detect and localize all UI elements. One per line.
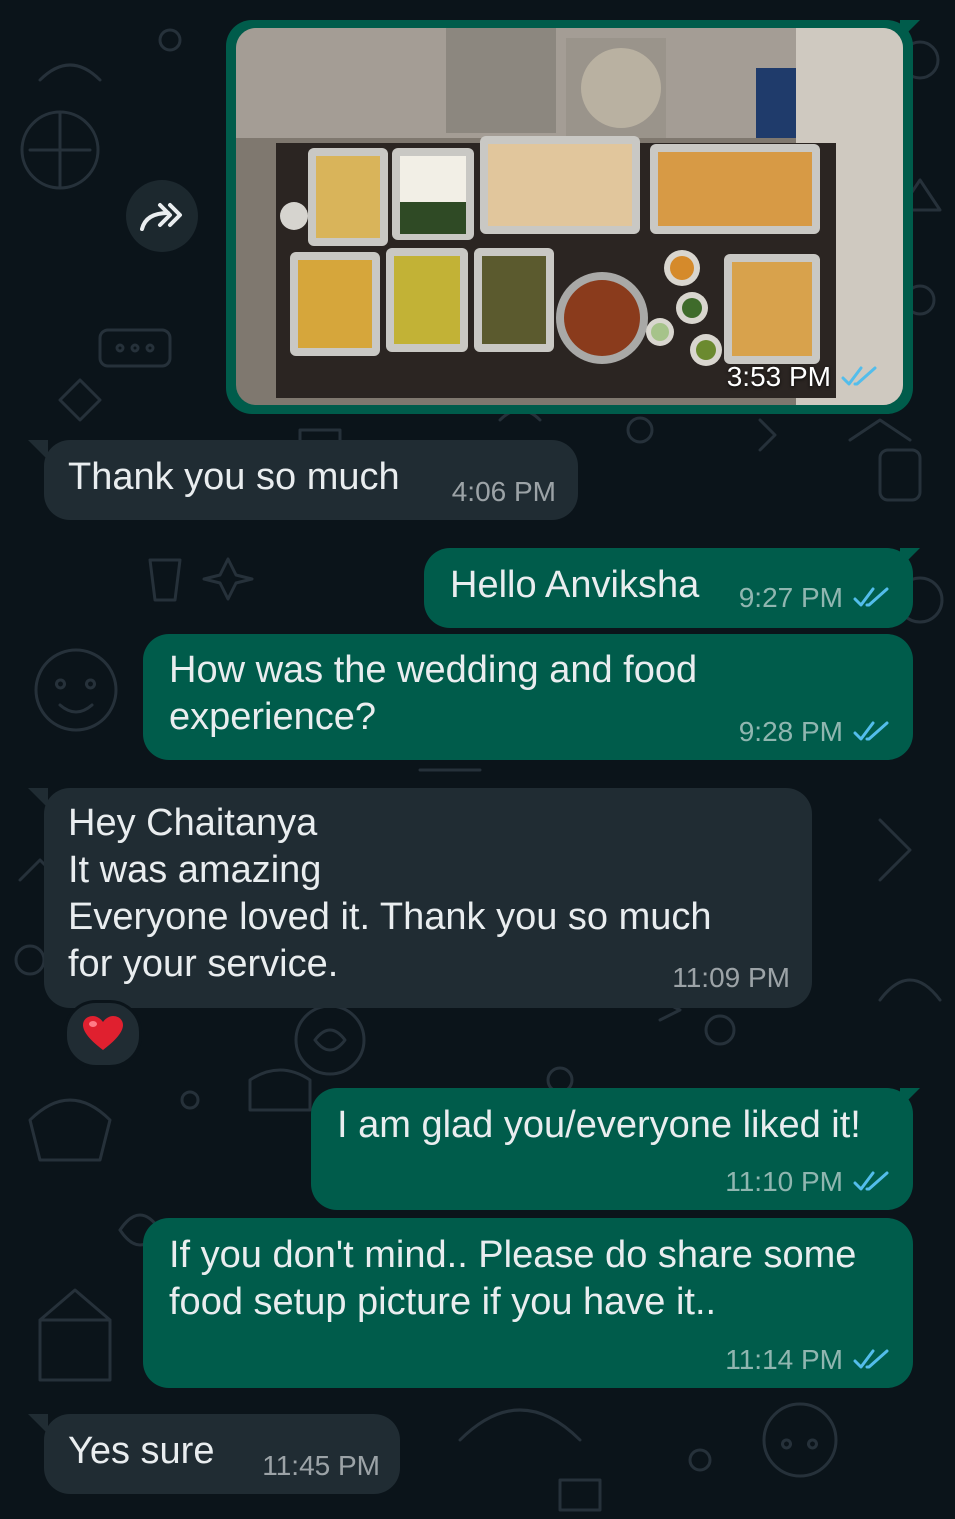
- message-time: 11:09 PM: [672, 962, 790, 993]
- double-check-icon: [853, 1171, 889, 1191]
- message-text: Thank you so much: [68, 456, 400, 498]
- bubble-tail: [900, 548, 920, 568]
- message-text: Yes sure: [68, 1430, 215, 1472]
- message-text: How was the wedding and food experience?: [169, 649, 698, 738]
- bubble-tail: [900, 20, 920, 40]
- double-check-icon: [841, 366, 877, 386]
- message-bubble-outgoing[interactable]: How was the wedding and food experience?…: [143, 634, 913, 760]
- message-meta: 9:27 PM: [739, 582, 891, 614]
- message-time: 9:28 PM: [738, 716, 843, 747]
- double-check-icon: [853, 587, 889, 607]
- double-check-icon: [853, 1349, 889, 1369]
- bubble-tail: [900, 1088, 920, 1108]
- reaction-badge[interactable]: [64, 1000, 142, 1068]
- food-setup-photo[interactable]: 3:53 PM: [236, 28, 903, 405]
- message-meta: 4:06 PM: [452, 476, 556, 508]
- forward-icon: [140, 203, 182, 231]
- message-meta: 11:45 PM: [262, 1450, 380, 1482]
- bubble-tail: [28, 788, 48, 808]
- message-text: Hey Chaitanya It was amazing Everyone lo…: [68, 802, 712, 985]
- message-meta: 9:28 PM: [739, 716, 891, 748]
- message-time: 11:45 PM: [262, 1450, 380, 1481]
- message-meta: 11:14 PM: [725, 1344, 891, 1376]
- bubble-tail: [28, 1414, 48, 1434]
- message-bubble-incoming[interactable]: Thank you so much 4:06 PM: [44, 440, 578, 520]
- message-text: If you don't mind.. Please do share some…: [169, 1234, 857, 1323]
- message-bubble-outgoing[interactable]: I am glad you/everyone liked it! 11:10 P…: [311, 1088, 913, 1210]
- bubble-tail: [28, 440, 48, 460]
- message-text: Hello Anviksha: [450, 564, 700, 606]
- message-time: 11:14 PM: [725, 1344, 843, 1375]
- message-time: 4:06 PM: [451, 476, 556, 507]
- food-setup-image: [236, 28, 903, 405]
- heart-icon: [83, 1016, 123, 1050]
- message-meta: 11:09 PM: [672, 962, 790, 994]
- message-time: 11:10 PM: [725, 1166, 843, 1197]
- message-bubble-incoming[interactable]: Hey Chaitanya It was amazing Everyone lo…: [44, 788, 812, 1008]
- chat-view: 3:53 PM Thank you so much 4:06 PM Hello …: [0, 0, 955, 1519]
- double-check-icon: [853, 721, 889, 741]
- message-bubble-outgoing[interactable]: Hello Anviksha 9:27 PM: [424, 548, 913, 628]
- message-time: 3:53 PM: [726, 361, 831, 392]
- photo-meta: 3:53 PM: [727, 361, 879, 393]
- forward-button[interactable]: [126, 180, 198, 252]
- message-text: I am glad you/everyone liked it!: [337, 1104, 861, 1146]
- message-bubble-outgoing[interactable]: If you don't mind.. Please do share some…: [143, 1218, 913, 1388]
- message-meta: 11:10 PM: [725, 1166, 891, 1198]
- message-time: 9:27 PM: [738, 582, 843, 613]
- message-bubble-incoming[interactable]: Yes sure 11:45 PM: [44, 1414, 400, 1494]
